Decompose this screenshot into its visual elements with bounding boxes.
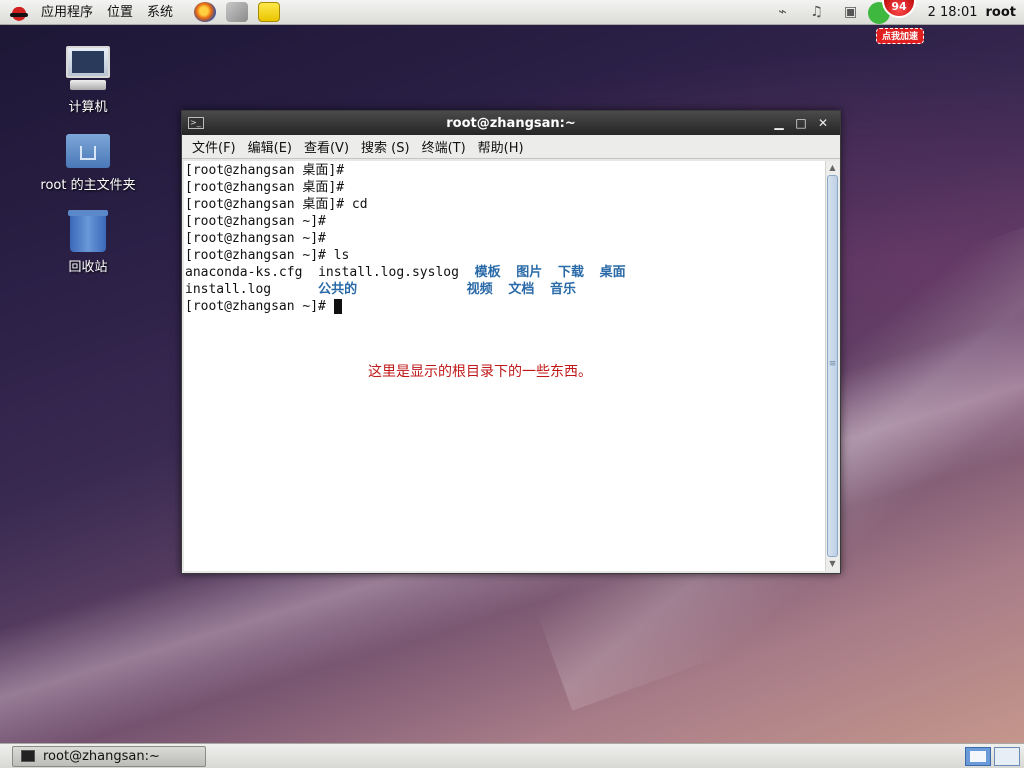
home-folder-icon — [66, 132, 110, 170]
ls-output-row: anaconda-ks.cfg install.log.syslog 模板 图片… — [185, 264, 824, 281]
dir-entry: 音乐 — [550, 282, 577, 297]
dir-entry: 文档 — [508, 282, 535, 297]
redhat-logo-icon[interactable] — [8, 3, 30, 21]
user-menu[interactable]: root — [986, 5, 1017, 20]
desktop-icon-label: 计算机 — [68, 100, 108, 115]
menu-terminal[interactable]: 终端(T) — [416, 137, 472, 156]
trash-icon — [68, 210, 108, 252]
workspace-1[interactable] — [965, 746, 991, 766]
terminal-output[interactable]: [root@zhangsan 桌面]# [root@zhangsan 桌面]# … — [184, 161, 825, 571]
computer-icon — [64, 46, 112, 92]
menu-search[interactable]: 搜索 (S) — [355, 137, 416, 156]
terminal-menubar: 文件(F) 编辑(E) 查看(V) 搜索 (S) 终端(T) 帮助(H) — [182, 135, 840, 159]
bottom-panel: root@zhangsan:~ — [0, 743, 1024, 768]
workspace-switcher — [962, 746, 1020, 766]
minimize-button[interactable]: ▁ — [768, 111, 790, 135]
scroll-thumb[interactable]: ≡ — [827, 175, 838, 557]
dir-entry: 桌面 — [599, 265, 626, 280]
notes-icon[interactable] — [258, 2, 281, 22]
menu-places[interactable]: 位置 — [100, 0, 140, 25]
text-cursor — [333, 299, 342, 314]
scroll-up-icon[interactable]: ▲ — [826, 161, 839, 175]
terminal-icon — [21, 750, 35, 762]
workspace-2[interactable] — [994, 746, 1020, 766]
menu-applications[interactable]: 应用程序 — [34, 0, 100, 25]
text-editor-icon[interactable] — [226, 2, 249, 22]
clock[interactable]: 2 18:01 — [928, 5, 978, 20]
scroll-down-icon[interactable]: ▼ — [826, 557, 839, 571]
menu-view[interactable]: 查看(V) — [298, 137, 355, 156]
terminal-line: [root@zhangsan 桌面]# — [185, 180, 345, 195]
volume-icon[interactable]: ♫ — [806, 3, 828, 21]
dir-entry: 视频 — [466, 282, 493, 297]
close-button[interactable]: ✕ — [812, 111, 834, 135]
menu-help[interactable]: 帮助(H) — [472, 137, 530, 156]
menu-system[interactable]: 系统 — [140, 0, 180, 25]
vertical-scrollbar[interactable]: ▲ ≡ ▼ — [825, 161, 839, 571]
terminal-line: [root@zhangsan 桌面]# — [185, 163, 345, 178]
speed-boost-label: 点我加速 — [876, 28, 924, 44]
taskbar-button-label: root@zhangsan:~ — [43, 748, 160, 764]
file-entry: install.log — [185, 282, 272, 297]
desktop-icon-label: 回收站 — [68, 260, 108, 275]
dir-entry: 公共的 — [318, 282, 358, 297]
taskbar-terminal-button[interactable]: root@zhangsan:~ — [12, 745, 206, 767]
desktop-home-folder[interactable]: root 的主文件夹 — [33, 132, 143, 193]
terminal-line: [root@zhangsan ~]# — [185, 214, 326, 229]
prompt-text: [root@zhangsan ~]# — [185, 299, 334, 314]
firefox-icon[interactable] — [194, 2, 217, 22]
dir-entry: 模板 — [474, 265, 501, 280]
terminal-window[interactable]: >_ root@zhangsan:~ ▁ □ ✕ 文件(F) 编辑(E) 查看(… — [181, 110, 841, 574]
network-tray-icon[interactable]: ⌁ — [772, 3, 794, 21]
window-title: root@zhangsan:~ — [446, 115, 576, 131]
file-entry: anaconda-ks.cfg — [185, 265, 303, 280]
speed-boost-widget[interactable]: 94 点我加速 — [868, 0, 924, 50]
dir-entry: 下载 — [557, 265, 584, 280]
annotation-text: 这里是显示的根目录下的一些东西。 — [368, 364, 592, 380]
network-status-icon[interactable]: ▣ — [840, 3, 862, 21]
terminal-titlebar[interactable]: >_ root@zhangsan:~ ▁ □ ✕ — [182, 111, 840, 135]
maximize-button[interactable]: □ — [790, 111, 812, 135]
menu-file[interactable]: 文件(F) — [186, 137, 242, 156]
terminal-line: [root@zhangsan ~]# ls — [185, 248, 350, 263]
menu-edit[interactable]: 编辑(E) — [242, 137, 298, 156]
prompt-line[interactable]: [root@zhangsan ~]# — [185, 298, 824, 315]
ls-output-row: install.log 公共的 视频 文档 音乐 — [185, 281, 824, 298]
terminal-line: [root@zhangsan ~]# — [185, 231, 326, 246]
desktop-computer[interactable]: 计算机 — [33, 46, 143, 115]
dir-entry: 图片 — [516, 265, 543, 280]
desktop-icon-label: root 的主文件夹 — [40, 178, 136, 193]
file-entry: install.log.syslog — [318, 265, 459, 280]
desktop-trash[interactable]: 回收站 — [33, 210, 143, 275]
terminal-line: [root@zhangsan 桌面]# cd — [185, 197, 368, 212]
